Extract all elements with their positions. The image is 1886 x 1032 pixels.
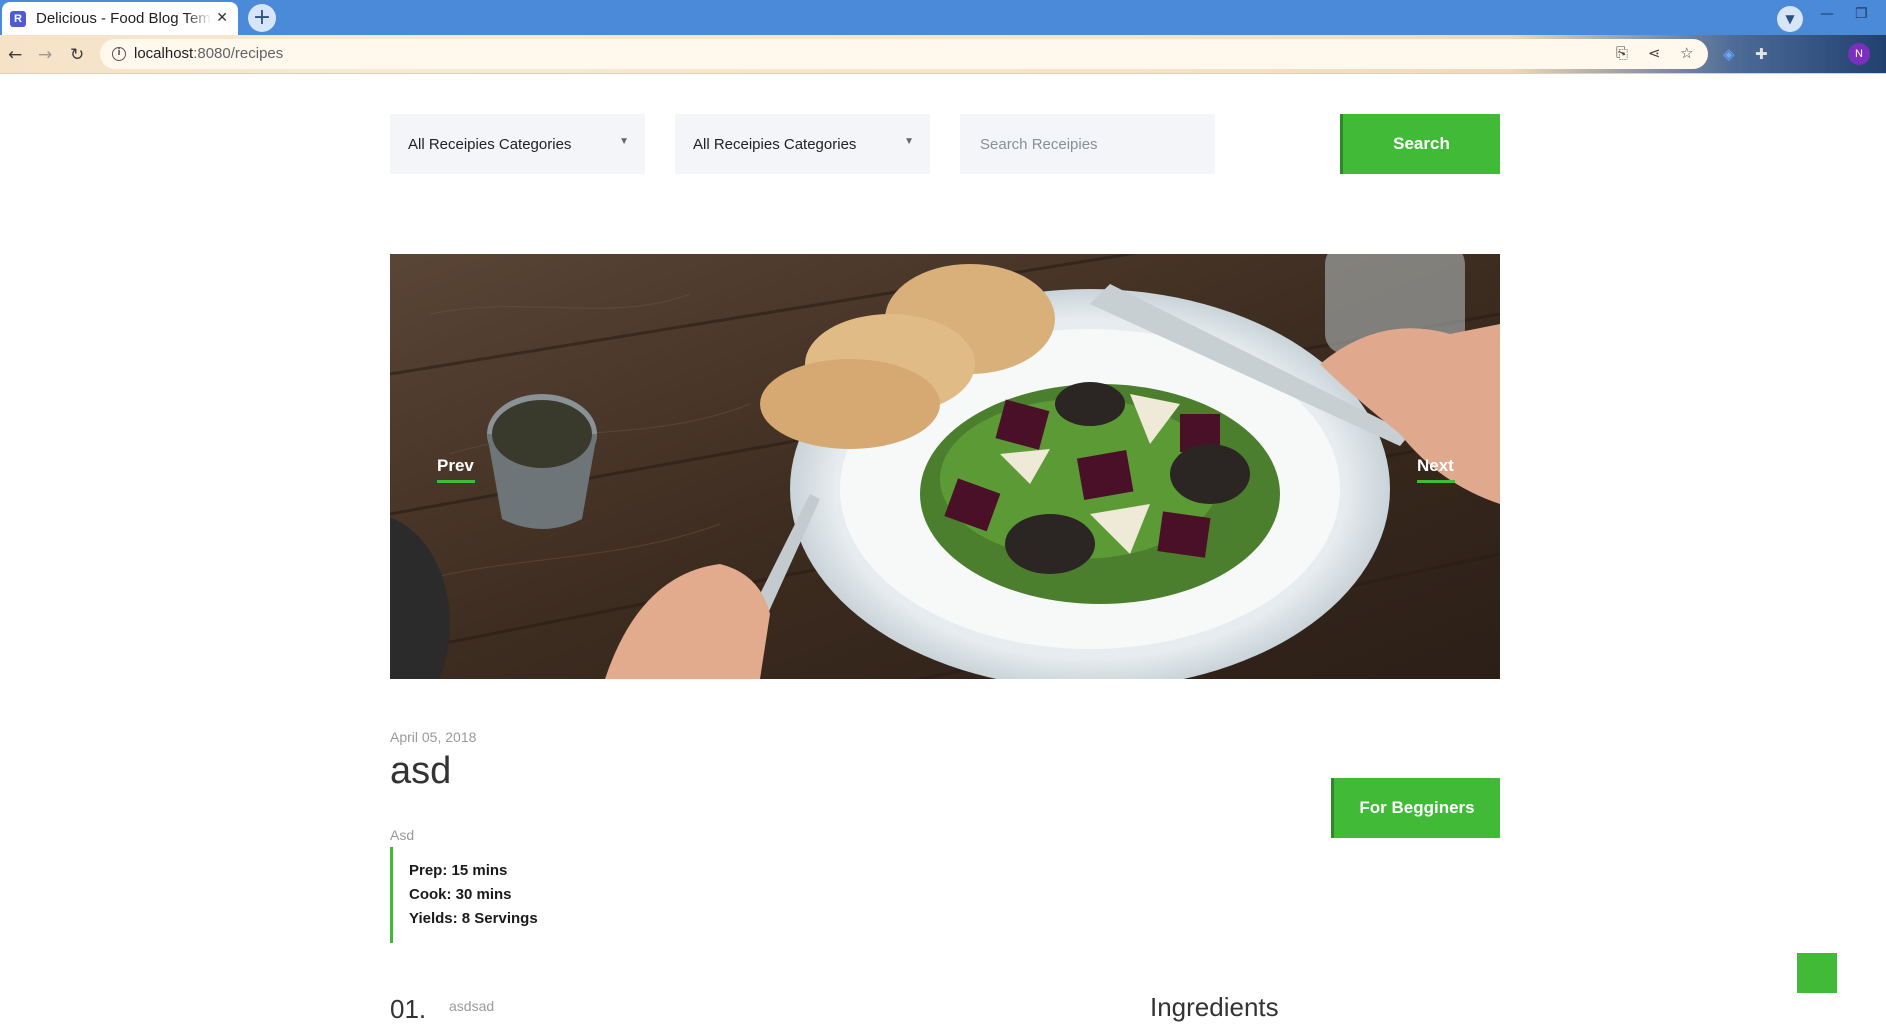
prep-time: Prep: 15 mins [409, 862, 508, 879]
browser-tab[interactable]: R Delicious - Food Blog Template | Home … [2, 2, 238, 35]
share-icon[interactable]: ⋖ [1648, 44, 1661, 62]
cook-time: Cook: 30 mins [409, 886, 512, 903]
step-text: asdsad [449, 998, 495, 1014]
search-placeholder: Search Receipies [980, 135, 1098, 153]
slider-next-button[interactable]: Next [1417, 456, 1455, 483]
tab-title: Delicious - Food Blog Template | Home [36, 10, 212, 27]
search-input[interactable]: Search Receipies [960, 114, 1215, 174]
tab-search-icon[interactable]: ▼ [1777, 6, 1803, 32]
salad-photo [390, 254, 1500, 679]
info-icon[interactable]: i [112, 47, 126, 61]
tab-close-icon[interactable]: ✕ [216, 10, 228, 26]
recipe-meta: Prep: 15 mins Cook: 30 mins Yields: 8 Se… [390, 847, 610, 943]
recipe-page: All Receipies Categories ▼ All Receipies… [0, 74, 1886, 1032]
slider-next-underline [1417, 480, 1455, 483]
browser-toolbar: ← → ↻ i localhost:8080/recipes ⎘ ⋖ ☆ [0, 35, 1886, 74]
step-number: 01. [390, 994, 427, 1024]
page-title: asd [390, 750, 452, 792]
search-button[interactable]: Search [1340, 114, 1500, 174]
post-subtitle: Asd [390, 827, 415, 843]
category-select-2[interactable]: All Receipies Categories ▼ [675, 114, 930, 174]
chevron-down-icon: ▼ [619, 136, 629, 147]
restore-icon[interactable]: ❐ [1855, 6, 1868, 22]
star-icon[interactable]: ☆ [1680, 44, 1693, 62]
address-bar[interactable]: i localhost:8080/recipes ⎘ ⋖ ☆ [100, 39, 1708, 69]
back-icon[interactable]: ← [8, 45, 22, 65]
translate-icon[interactable]: ⎘ [1616, 44, 1628, 62]
new-tab-button[interactable]: + [248, 4, 276, 32]
ingredients-heading: Ingredients [1150, 992, 1279, 1022]
slider-prev-underline [437, 480, 475, 483]
category-select-1[interactable]: All Receipies Categories ▼ [390, 114, 645, 174]
category-select-2-label: All Receipies Categories [693, 135, 857, 153]
yields: Yields: 8 Servings [409, 910, 538, 927]
url-text: localhost:8080/recipes [134, 45, 284, 62]
forward-icon[interactable]: → [38, 45, 52, 65]
chevron-down-icon: ▼ [904, 136, 914, 147]
slider-next-label: Next [1417, 456, 1454, 475]
category-select-1-label: All Receipies Categories [408, 135, 572, 153]
avatar[interactable]: N [1848, 43, 1870, 65]
reload-icon[interactable]: ↻ [70, 45, 84, 65]
site-favicon-icon: R [10, 10, 26, 27]
puzzle-icon[interactable]: ✚ [1755, 45, 1768, 63]
slider-prev-button[interactable]: Prev [437, 456, 475, 483]
slider-prev-label: Prev [437, 456, 474, 475]
post-date: April 05, 2018 [390, 729, 477, 745]
difficulty-button[interactable]: For Begginers [1331, 778, 1500, 838]
scroll-to-top-button[interactable] [1797, 953, 1837, 993]
browser-tab-strip: R Delicious - Food Blog Template | Home … [0, 0, 1886, 35]
minimize-icon[interactable]: — [1820, 6, 1834, 22]
recipe-hero-slider: Prev Next [390, 254, 1500, 679]
extension-icon[interactable]: ◈ [1723, 45, 1735, 63]
